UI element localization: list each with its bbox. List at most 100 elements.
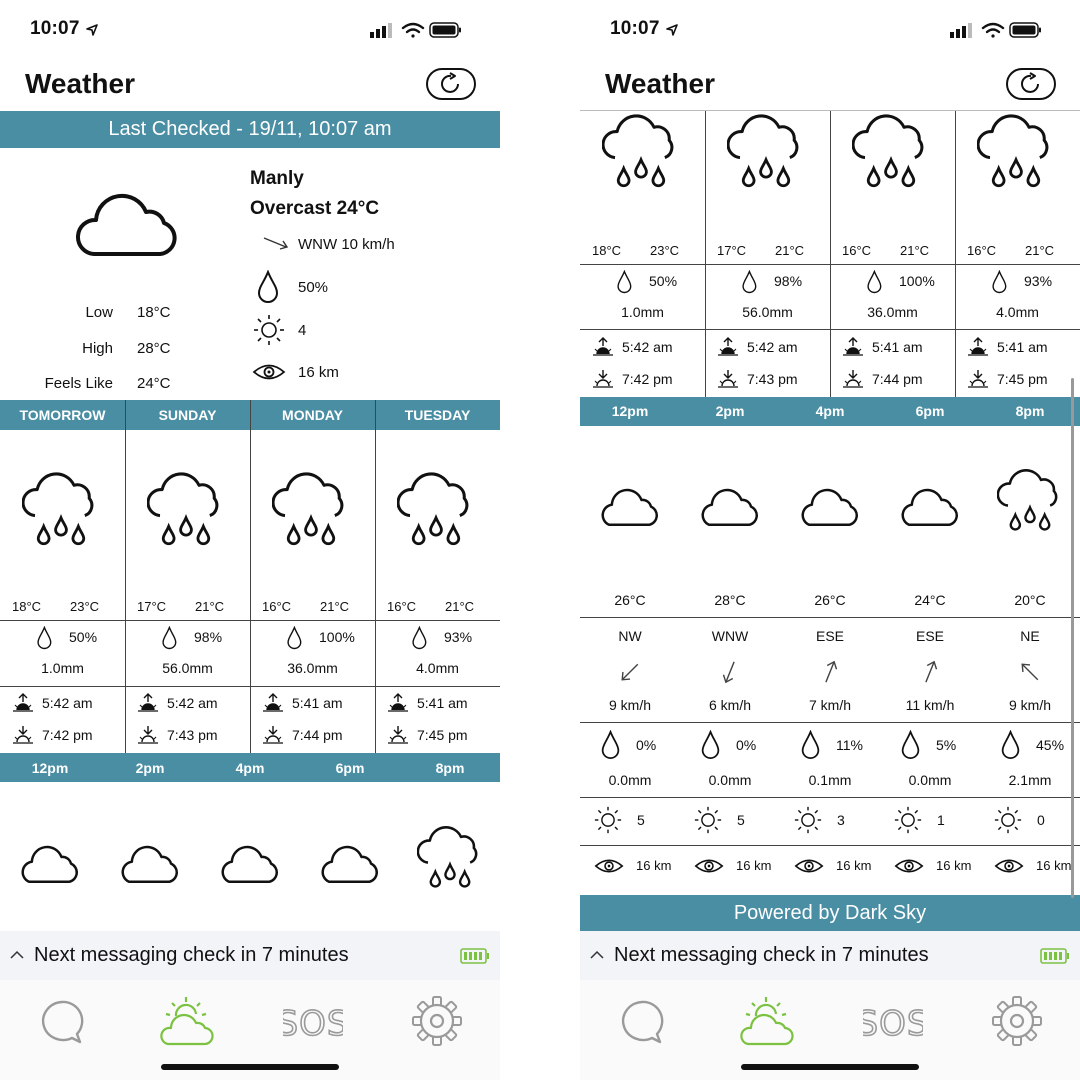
sun-icon (694, 806, 722, 834)
refresh-button[interactable] (426, 68, 476, 100)
gear-icon (412, 996, 462, 1046)
divider (0, 620, 500, 621)
hour-time: 2pm (135, 760, 165, 776)
day-amount: 1.0mm (41, 660, 84, 676)
hour-time: 6pm (335, 760, 365, 776)
cloud-icon (21, 845, 78, 884)
day-amount: 1.0mm (621, 304, 664, 320)
hour-wind-speed: 6 km/h (708, 697, 752, 713)
wind-direction-icon (722, 661, 735, 684)
day-precip: 93% (444, 629, 473, 645)
tab-weather[interactable] (158, 994, 218, 1050)
status-time: 10:07 (30, 18, 80, 39)
eye-icon (694, 859, 724, 873)
sun-icon (894, 806, 922, 834)
day-low: 18°C (12, 599, 42, 614)
raindrop-icon (742, 270, 757, 294)
day-sunrise: 5:41 am (417, 695, 468, 711)
rain-cloud-icon (852, 114, 924, 188)
scrollbar[interactable] (1071, 378, 1074, 898)
hour-temp: 24°C (914, 592, 946, 608)
rain-cloud-icon (727, 114, 799, 188)
sunrise-icon (388, 693, 408, 712)
chevron-up-icon (590, 950, 604, 959)
battery-status-icon (460, 948, 489, 964)
current-condition: Overcast 24°C (250, 198, 380, 219)
refresh-icon (1021, 72, 1039, 93)
battery-icon (429, 22, 461, 38)
battery-status-icon (1040, 948, 1069, 964)
day-sunset: 7:45 pm (417, 727, 468, 743)
day-sunset: 7:44 pm (292, 727, 343, 743)
hour-time: 12pm (611, 403, 649, 419)
day-amount: 36.0mm (287, 660, 338, 676)
day-name: MONDAY (282, 407, 343, 423)
location-arrow-icon (666, 24, 678, 36)
refresh-button[interactable] (1006, 68, 1056, 100)
raindrop-icon (162, 626, 177, 650)
hour-wind-speed: 11 km/h (905, 697, 955, 713)
day-sunset: 7:45 pm (997, 371, 1048, 387)
wind-direction-icon (825, 660, 838, 683)
day-sunset: 7:44 pm (872, 371, 923, 387)
eye-icon (894, 859, 924, 873)
divider (580, 722, 1080, 723)
messaging-bar[interactable]: Next messaging check in 7 minutes (580, 931, 1080, 980)
raindrop-icon (1001, 730, 1020, 759)
day-precip: 100% (319, 629, 355, 645)
hour-uv: 5 (737, 812, 745, 828)
hour-uv: 1 (937, 812, 945, 828)
tab-chat[interactable] (32, 994, 92, 1050)
hour-visibility: 16 km (636, 858, 672, 873)
wind-arrow-icon (263, 237, 289, 250)
cloud-icon (321, 845, 378, 884)
powered-by-text: Powered by Dark Sky (733, 901, 927, 924)
precip-value: 50% (298, 279, 329, 296)
sunset-icon (263, 726, 283, 744)
sunset-icon (388, 726, 408, 744)
feels-like-label: Feels Like (44, 375, 113, 392)
day-amount: 36.0mm (867, 304, 918, 320)
hour-time: 2pm (715, 403, 745, 419)
hour-wind-speed: 9 km/h (608, 697, 652, 713)
day-sunset: 7:43 pm (167, 727, 218, 743)
home-indicator (161, 1064, 339, 1070)
sunrise-icon (593, 337, 613, 356)
divider (955, 111, 956, 397)
tab-sos[interactable]: SOS (283, 994, 343, 1050)
nav-header: Weather (580, 58, 1080, 110)
sunrise-icon (718, 337, 738, 356)
chat-icon (41, 1000, 84, 1044)
cloud-icon (601, 488, 658, 527)
rain-cloud-icon (602, 114, 674, 188)
divider (580, 617, 1080, 618)
messaging-bar[interactable]: Next messaging check in 7 minutes (0, 931, 500, 980)
sunset-icon (13, 726, 33, 744)
day-sunrise: 5:41 am (292, 695, 343, 711)
tab-sos[interactable]: SOS (863, 994, 923, 1050)
day-sunset: 7:42 pm (622, 371, 673, 387)
hour-wind-speed: 7 km/h (808, 697, 852, 713)
hour-wind-dir: ESE (815, 628, 845, 644)
raindrop-icon (901, 730, 920, 759)
tab-gear[interactable] (407, 994, 467, 1050)
divider (830, 111, 831, 397)
status-icons (950, 22, 1041, 38)
refresh-icon (441, 72, 459, 93)
tab-chat[interactable] (612, 994, 672, 1050)
tab-weather[interactable] (738, 994, 798, 1050)
signal-icon (950, 23, 972, 38)
day-high: 23°C (650, 243, 680, 258)
hour-precip: 11% (836, 737, 863, 753)
sun-icon (994, 806, 1022, 834)
low-value: 18°C (137, 304, 171, 321)
tab-gear[interactable] (987, 994, 1047, 1050)
feels-like-value: 24°C (137, 375, 171, 392)
day-high: 21°C (195, 599, 225, 614)
hour-time: 8pm (1015, 403, 1045, 419)
day-sunrise: 5:41 am (997, 339, 1048, 355)
rain-cloud-icon (22, 472, 94, 546)
sos-icon: SOS (863, 1003, 923, 1045)
raindrop-icon (701, 730, 720, 759)
sunrise-icon (263, 693, 283, 712)
